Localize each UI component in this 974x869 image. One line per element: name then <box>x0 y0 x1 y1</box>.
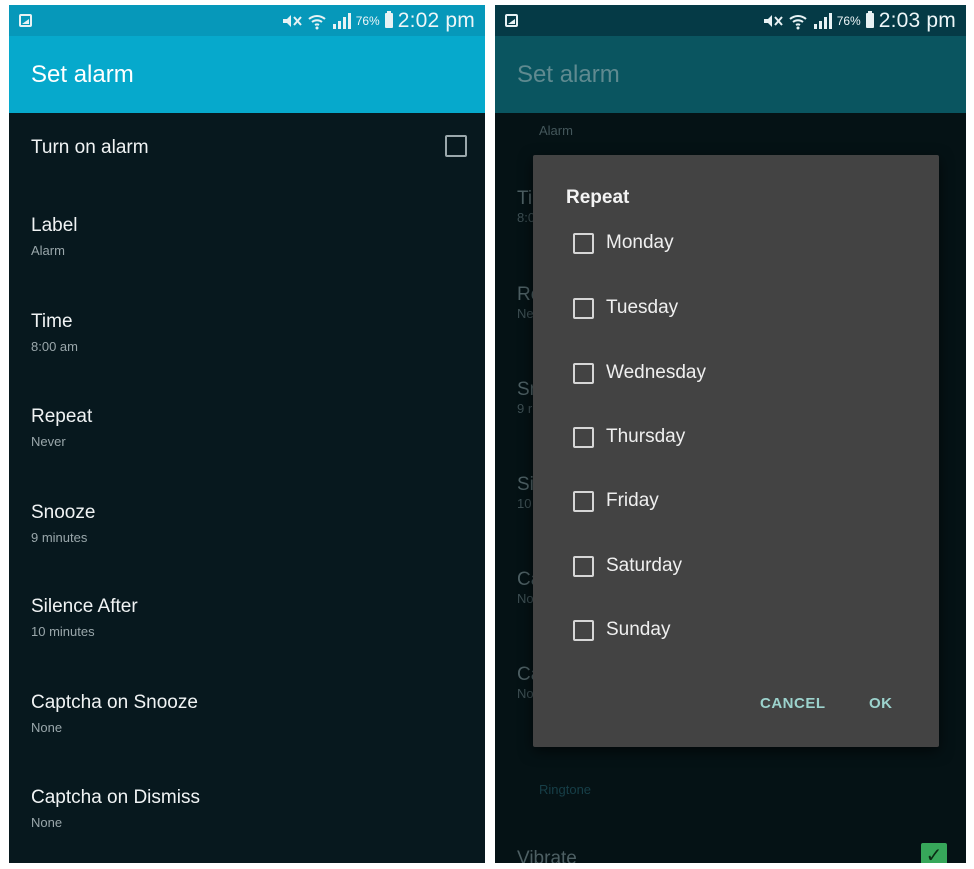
left-screen: 76% 2:02 pm Set alarm Turn on alarm Labe… <box>9 5 485 863</box>
option-wednesday[interactable]: Wednesday <box>573 358 706 388</box>
right-screen: 76% 2:03 pm Set alarm Alarm Ti 8:0 Re Ne S… <box>495 5 966 863</box>
option-label: Wednesday <box>606 362 706 383</box>
option-thursday[interactable]: Thursday <box>573 422 685 452</box>
pref-title: Turn on alarm <box>31 137 149 158</box>
checkbox[interactable] <box>573 362 594 384</box>
checkbox[interactable] <box>573 232 594 254</box>
pref-subtitle: Never <box>31 434 66 449</box>
status-indicators: 76% 2:02 pm <box>281 9 475 33</box>
pref-title: Captcha on Dismiss <box>31 787 200 808</box>
pref-subtitle: Alarm <box>31 243 65 258</box>
option-label: Monday <box>606 232 674 253</box>
section-header-ringtone: Ringtone <box>539 782 592 797</box>
battery-percent: 76% <box>836 13 861 28</box>
ok-button[interactable]: OK <box>869 695 893 712</box>
signal-icon <box>813 12 832 29</box>
repeat-dialog: Repeat Monday Tuesday Wednesday Thursday… <box>533 155 939 747</box>
checkbox[interactable] <box>573 555 594 577</box>
status-bar: 76% 2:03 pm <box>495 5 966 36</box>
dialog-title: Repeat <box>566 187 630 208</box>
battery-icon <box>865 11 874 28</box>
pref-subtitle: 8:00 am <box>31 339 78 354</box>
pref-subtitle: None <box>31 720 63 735</box>
option-label: Saturday <box>606 555 683 576</box>
pref-title: Silence After <box>31 596 138 617</box>
section-header-alarm: Alarm <box>539 123 573 138</box>
wifi-icon <box>308 14 326 29</box>
app-bar-title: Set alarm <box>495 36 966 113</box>
mute-icon <box>282 14 302 27</box>
status-time: 2:02 pm <box>397 8 475 32</box>
pref-silence-after[interactable]: Silence After 10 minutes <box>31 581 485 677</box>
pref-time[interactable]: Time 8:00 am <box>31 293 485 389</box>
signal-icon <box>332 12 351 29</box>
bg-title: Si <box>517 474 534 495</box>
pref-captcha-on-dismiss[interactable]: Captcha on Dismiss None <box>31 773 485 863</box>
preferences-list: Turn on alarm Label Alarm Time 8:00 am R… <box>9 113 485 863</box>
wifi-icon <box>789 14 807 29</box>
pref-subtitle: 9 minutes <box>31 530 88 545</box>
battery-percent: 76% <box>355 13 380 28</box>
bg-pref-silence: Si 10 <box>517 474 534 511</box>
checkbox[interactable] <box>573 426 594 448</box>
pref-label[interactable]: Label Alarm <box>31 197 485 293</box>
pref-subtitle: None <box>31 815 63 830</box>
checkbox[interactable] <box>573 619 594 641</box>
bg-pref-vibrate: Vibrate <box>517 848 577 863</box>
option-sunday[interactable]: Sunday <box>573 615 670 645</box>
status-indicators: 76% 2:03 pm <box>762 9 956 33</box>
cancel-button[interactable]: CANCEL <box>760 695 826 712</box>
pref-title: Snooze <box>31 502 96 523</box>
option-monday[interactable]: Monday <box>573 228 674 258</box>
vibrate-checkbox-checked[interactable]: ✓ <box>921 843 947 863</box>
pref-subtitle: 10 minutes <box>31 624 95 639</box>
option-tuesday[interactable]: Tuesday <box>573 293 678 323</box>
option-label: Friday <box>606 490 659 511</box>
pref-turn-on-alarm[interactable]: Turn on alarm <box>31 113 485 197</box>
checkbox[interactable] <box>573 490 594 512</box>
pref-title: Captcha on Snooze <box>31 692 198 713</box>
option-friday[interactable]: Friday <box>573 486 659 516</box>
option-saturday[interactable]: Saturday <box>573 551 682 581</box>
status-bar: 76% 2:02 pm <box>9 5 485 36</box>
pref-title: Repeat <box>31 406 93 427</box>
mute-icon <box>763 14 783 27</box>
option-label: Sunday <box>606 619 671 640</box>
pref-snooze[interactable]: Snooze 9 minutes <box>31 485 485 581</box>
app-bar-title: Set alarm <box>9 36 485 113</box>
checkbox[interactable] <box>573 297 594 319</box>
option-label: Tuesday <box>606 297 679 318</box>
turn-on-alarm-checkbox[interactable] <box>445 135 467 157</box>
bg-subtitle: 10 <box>517 496 532 511</box>
pref-captcha-on-snooze[interactable]: Captcha on Snooze None <box>31 677 485 773</box>
pref-title: Time <box>31 311 73 332</box>
screenshot-notification-icon <box>19 14 32 27</box>
pref-title: Label <box>31 215 78 236</box>
pref-repeat[interactable]: Repeat Never <box>31 389 485 485</box>
status-time: 2:03 pm <box>878 8 956 32</box>
battery-icon <box>384 11 393 28</box>
screenshot-notification-icon <box>505 14 518 27</box>
option-label: Thursday <box>606 426 686 447</box>
